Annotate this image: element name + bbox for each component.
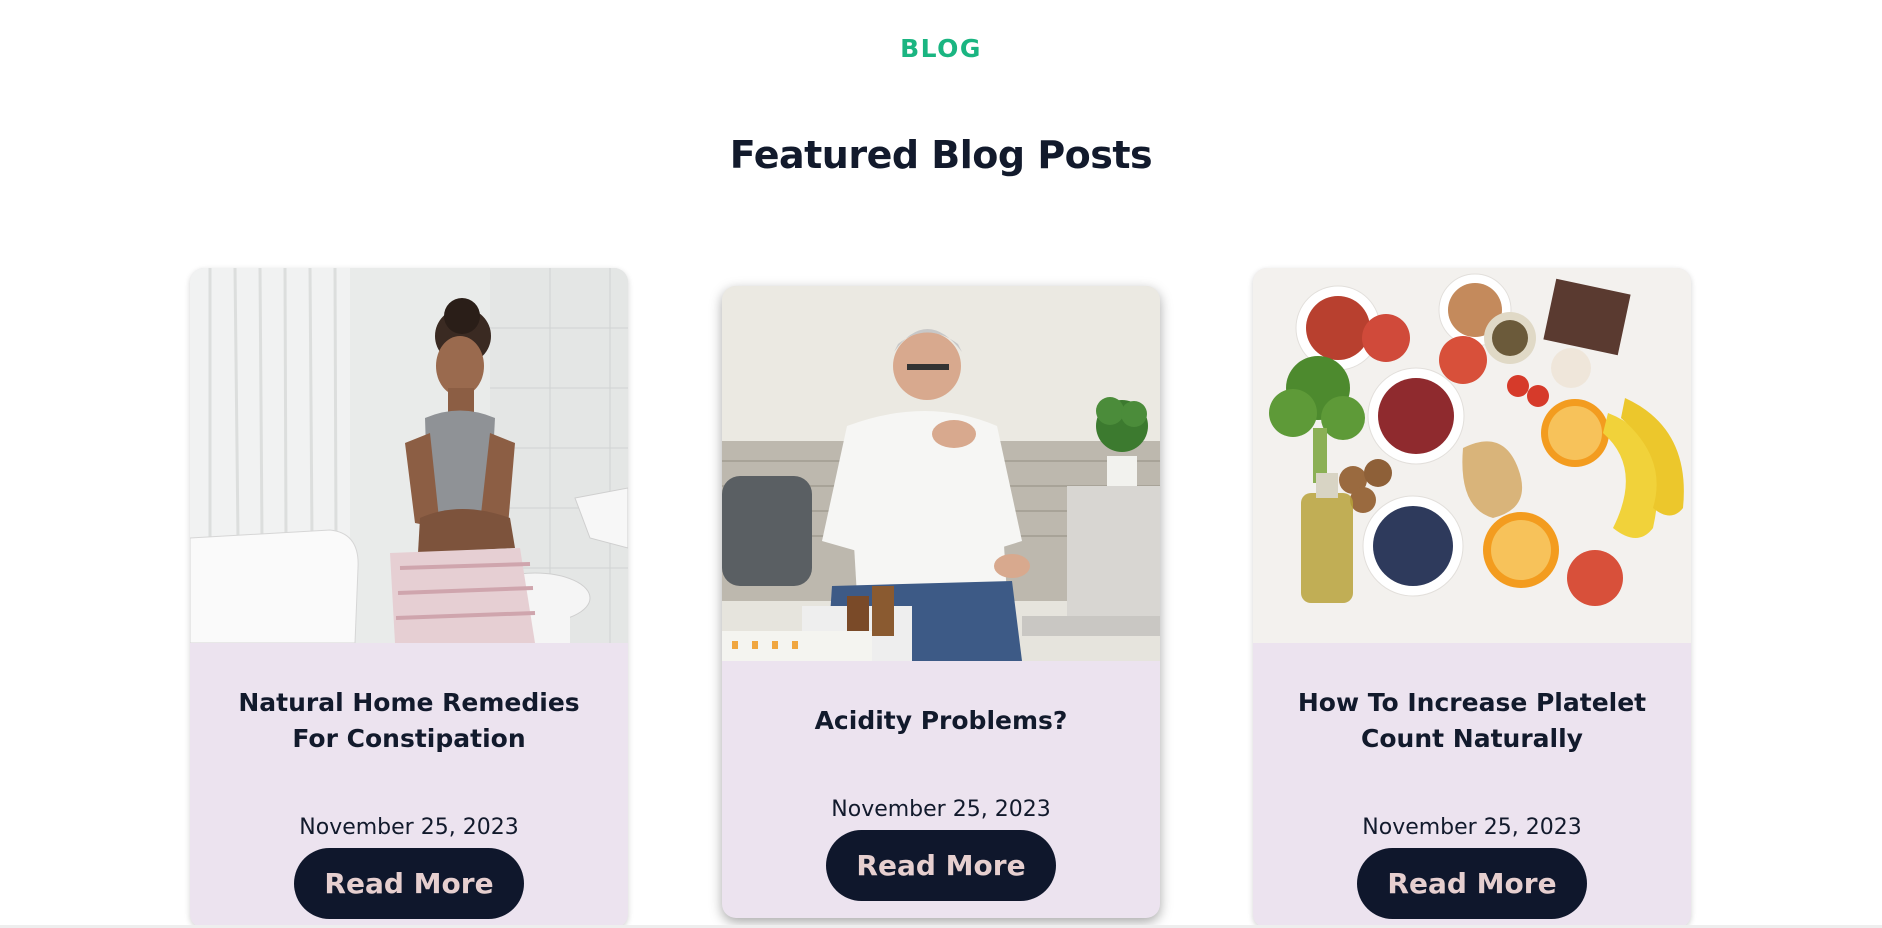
post-image[interactable] <box>722 286 1160 661</box>
post-image[interactable] <box>190 268 628 643</box>
post-image-man-heartburn <box>722 286 1160 661</box>
section-eyebrow: BLOG <box>900 34 982 63</box>
read-more-button[interactable]: Read More <box>826 830 1056 901</box>
read-more-button[interactable]: Read More <box>294 848 524 919</box>
blog-section: BLOG Featured Blog Posts Natural Home Re… <box>0 0 1882 928</box>
section-heading: Featured Blog Posts <box>729 133 1153 177</box>
post-date: November 25, 2023 <box>831 797 1051 822</box>
blog-card: How To Increase Platelet Count Naturally… <box>1253 268 1691 928</box>
read-more-button[interactable]: Read More <box>1357 848 1587 919</box>
post-image-woman-stomach-ache <box>190 268 628 643</box>
blog-card: Acidity Problems? November 25, 2023 Read… <box>722 286 1160 918</box>
blog-card: Natural Home Remedies For Constipation N… <box>190 268 628 928</box>
post-title[interactable]: Natural Home Remedies For Constipation <box>190 685 628 757</box>
post-date: November 25, 2023 <box>299 815 519 840</box>
post-image[interactable] <box>1253 268 1691 643</box>
post-title[interactable]: Acidity Problems? <box>722 703 1160 739</box>
post-title[interactable]: How To Increase Platelet Count Naturally <box>1253 685 1691 757</box>
post-image-healthy-foods <box>1253 268 1691 643</box>
post-date: November 25, 2023 <box>1362 815 1582 840</box>
